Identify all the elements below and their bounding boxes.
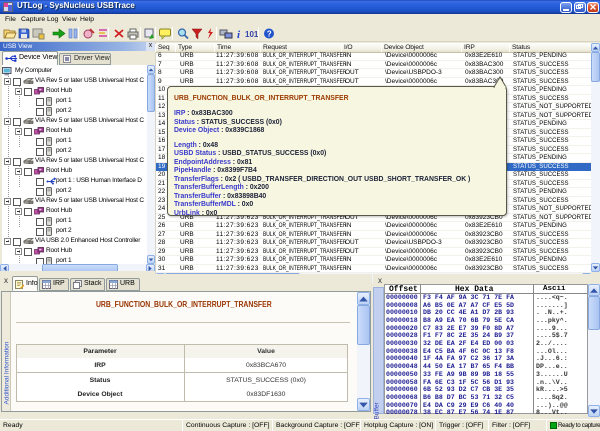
svg-text:i: i [237,29,241,40]
svg-text:?: ? [267,30,272,39]
svg-text:101: 101 [245,30,258,39]
